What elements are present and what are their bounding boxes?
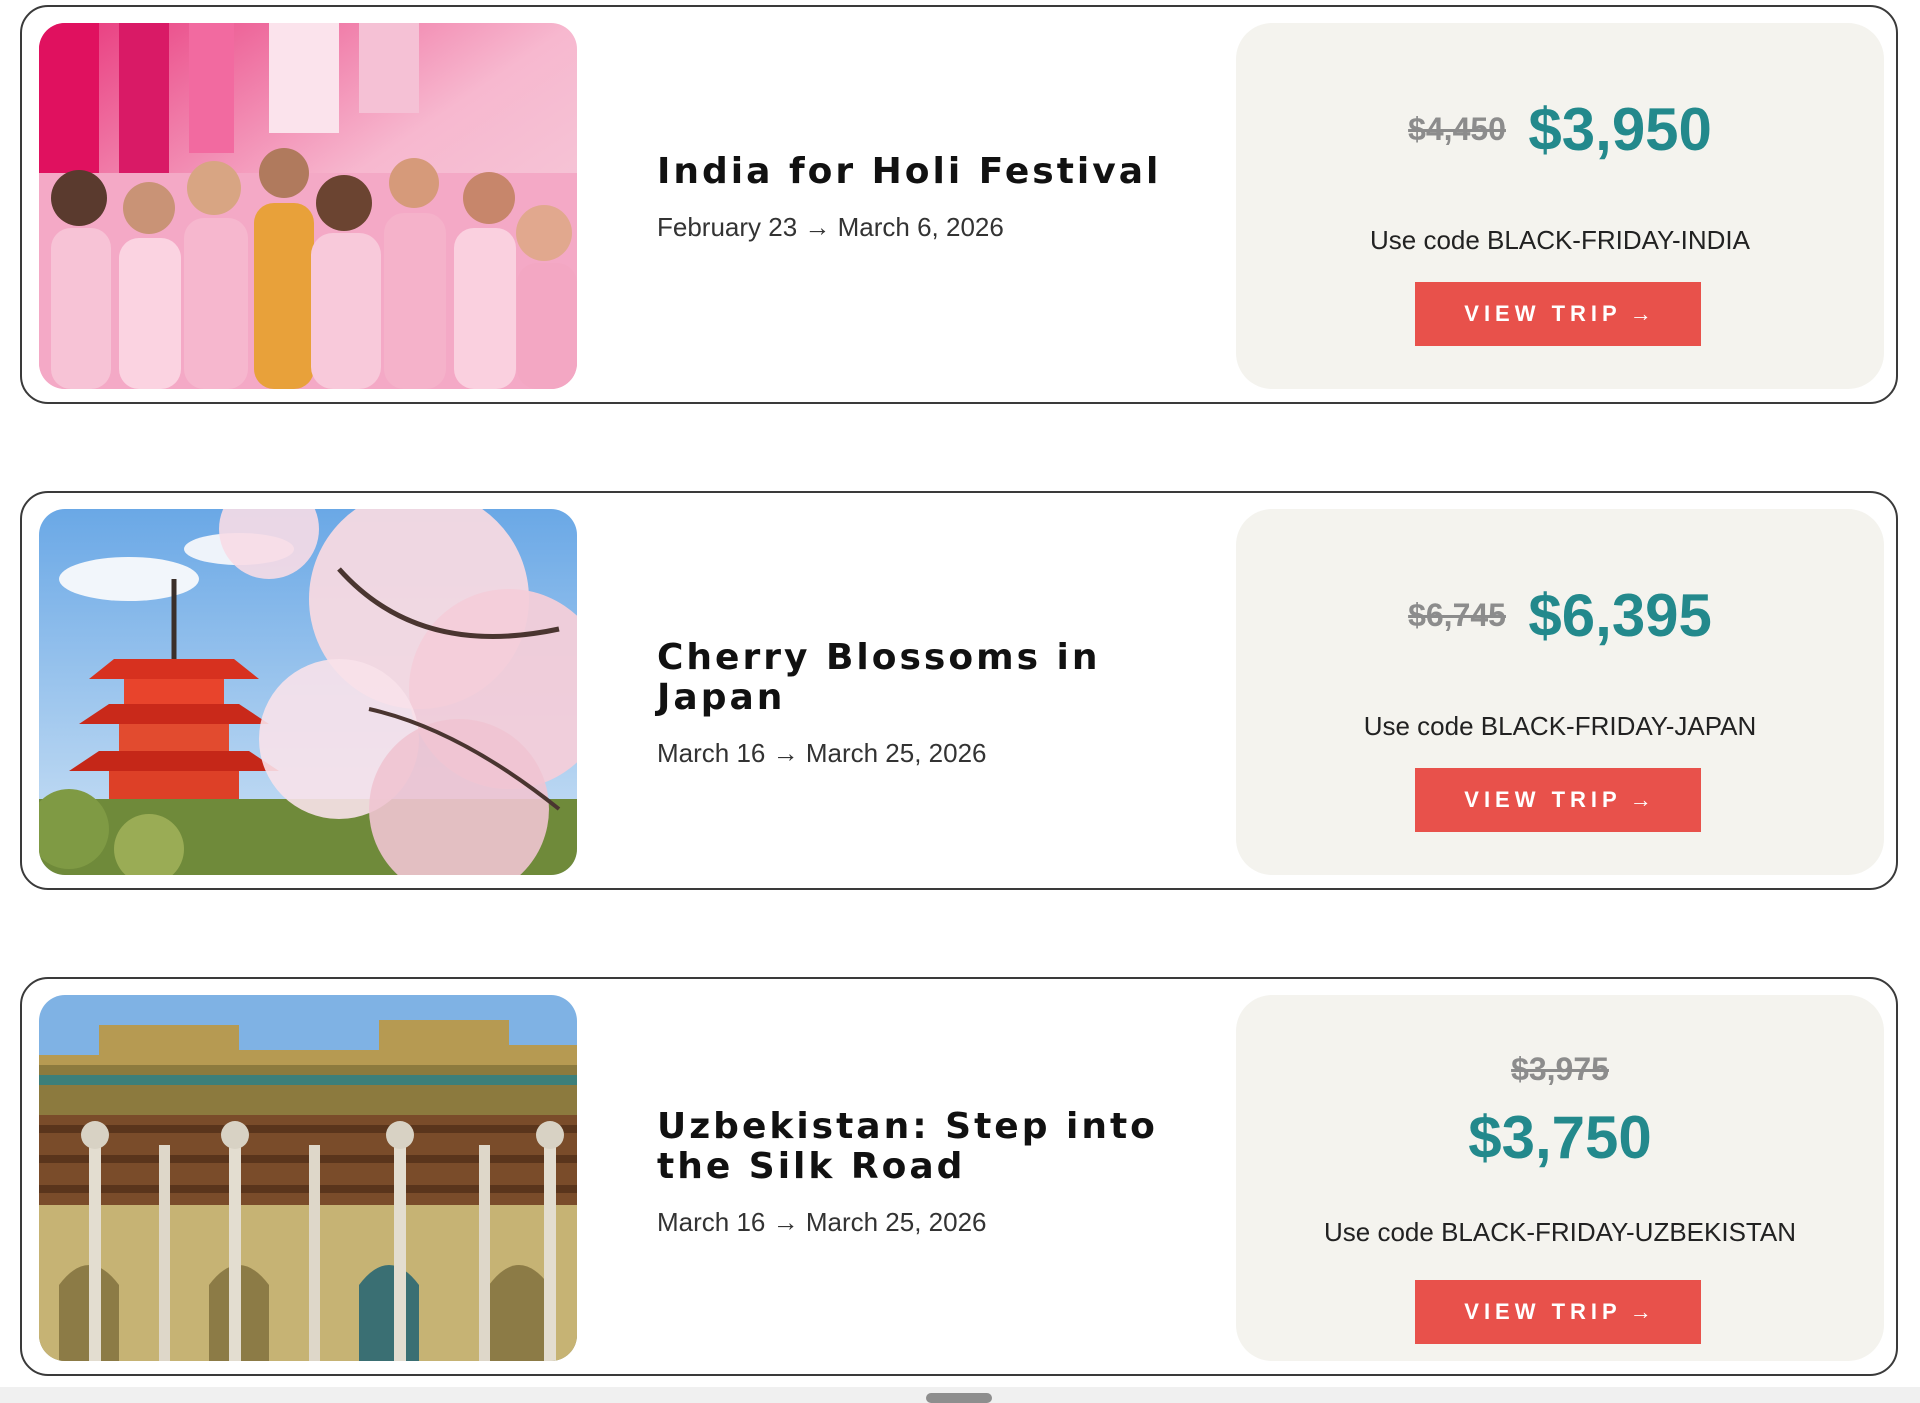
silk-road-mosque-photo: [39, 995, 577, 1361]
sale-price: $6,395: [1528, 582, 1712, 649]
trip-photo-uzbekistan[interactable]: [39, 995, 577, 1361]
original-price: $3,975: [1511, 1051, 1609, 1087]
trip-dates: February 23 → March 6, 2026: [657, 212, 1004, 242]
price-panel: $3,975 $3,750 Use code BLACK-FRIDAY-UZBE…: [1236, 995, 1884, 1361]
trip-title[interactable]: Uzbekistan: Step into the Silk Road: [657, 1107, 1217, 1187]
price-row: $6,745 $6,395: [1236, 581, 1884, 650]
trip-dates: March 16 → March 25, 2026: [657, 1207, 987, 1237]
arrow-right-icon: →: [1629, 787, 1652, 812]
view-trip-button[interactable]: VIEW TRIP →: [1415, 282, 1701, 346]
original-price: $6,745: [1408, 597, 1506, 633]
holi-festival-photo: [39, 23, 577, 389]
trip-title[interactable]: Cherry Blossoms in Japan: [657, 638, 1217, 718]
view-trip-label: VIEW TRIP: [1464, 301, 1622, 326]
price-panel: $4,450 $3,950 Use code BLACK-FRIDAY-INDI…: [1236, 23, 1884, 389]
cherry-blossom-pagoda-photo: [39, 509, 577, 875]
trip-title[interactable]: India for Holi Festival: [657, 152, 1217, 192]
arrow-right-icon: →: [1629, 1299, 1652, 1324]
trip-info-uzbekistan: Uzbekistan: Step into the Silk Road Marc…: [657, 1107, 1217, 1238]
trip-card-india: India for Holi Festival February 23 → Ma…: [20, 5, 1898, 404]
horizontal-scrollbar[interactable]: [0, 1387, 1920, 1403]
trip-dates: March 16 → March 25, 2026: [657, 738, 987, 768]
view-trip-label: VIEW TRIP: [1464, 1299, 1622, 1324]
view-trip-button[interactable]: VIEW TRIP →: [1415, 1280, 1701, 1344]
trip-card-uzbekistan: Uzbekistan: Step into the Silk Road Marc…: [20, 977, 1898, 1376]
view-trip-label: VIEW TRIP: [1464, 787, 1622, 812]
promo-code-text: Use code BLACK-FRIDAY-JAPAN: [1363, 711, 1757, 741]
scrollbar-thumb[interactable]: [926, 1393, 992, 1403]
original-price: $4,450: [1408, 111, 1506, 147]
promo-code-text: Use code BLACK-FRIDAY-INDIA: [1369, 225, 1750, 255]
sale-price: $3,750: [1468, 1104, 1652, 1171]
price-row-new: $3,750: [1236, 1103, 1884, 1172]
trip-card-japan: Cherry Blossoms in Japan March 16 → Marc…: [20, 491, 1898, 890]
promo-code-text: Use code BLACK-FRIDAY-UZBEKISTAN: [1324, 1217, 1796, 1247]
trip-info-india: India for Holi Festival February 23 → Ma…: [657, 152, 1217, 243]
view-trip-button[interactable]: VIEW TRIP →: [1415, 768, 1701, 832]
price-panel: $6,745 $6,395 Use code BLACK-FRIDAY-JAPA…: [1236, 509, 1884, 875]
trip-info-japan: Cherry Blossoms in Japan March 16 → Marc…: [657, 638, 1217, 769]
arrow-right-icon: →: [1629, 301, 1652, 326]
trip-photo-japan[interactable]: [39, 509, 577, 875]
trip-photo-india[interactable]: [39, 23, 577, 389]
price-row: $4,450 $3,950: [1236, 95, 1884, 164]
sale-price: $3,950: [1528, 96, 1712, 163]
price-row-old: $3,975: [1236, 1051, 1884, 1088]
trip-deals-page: India for Holi Festival February 23 → Ma…: [0, 0, 1920, 1403]
